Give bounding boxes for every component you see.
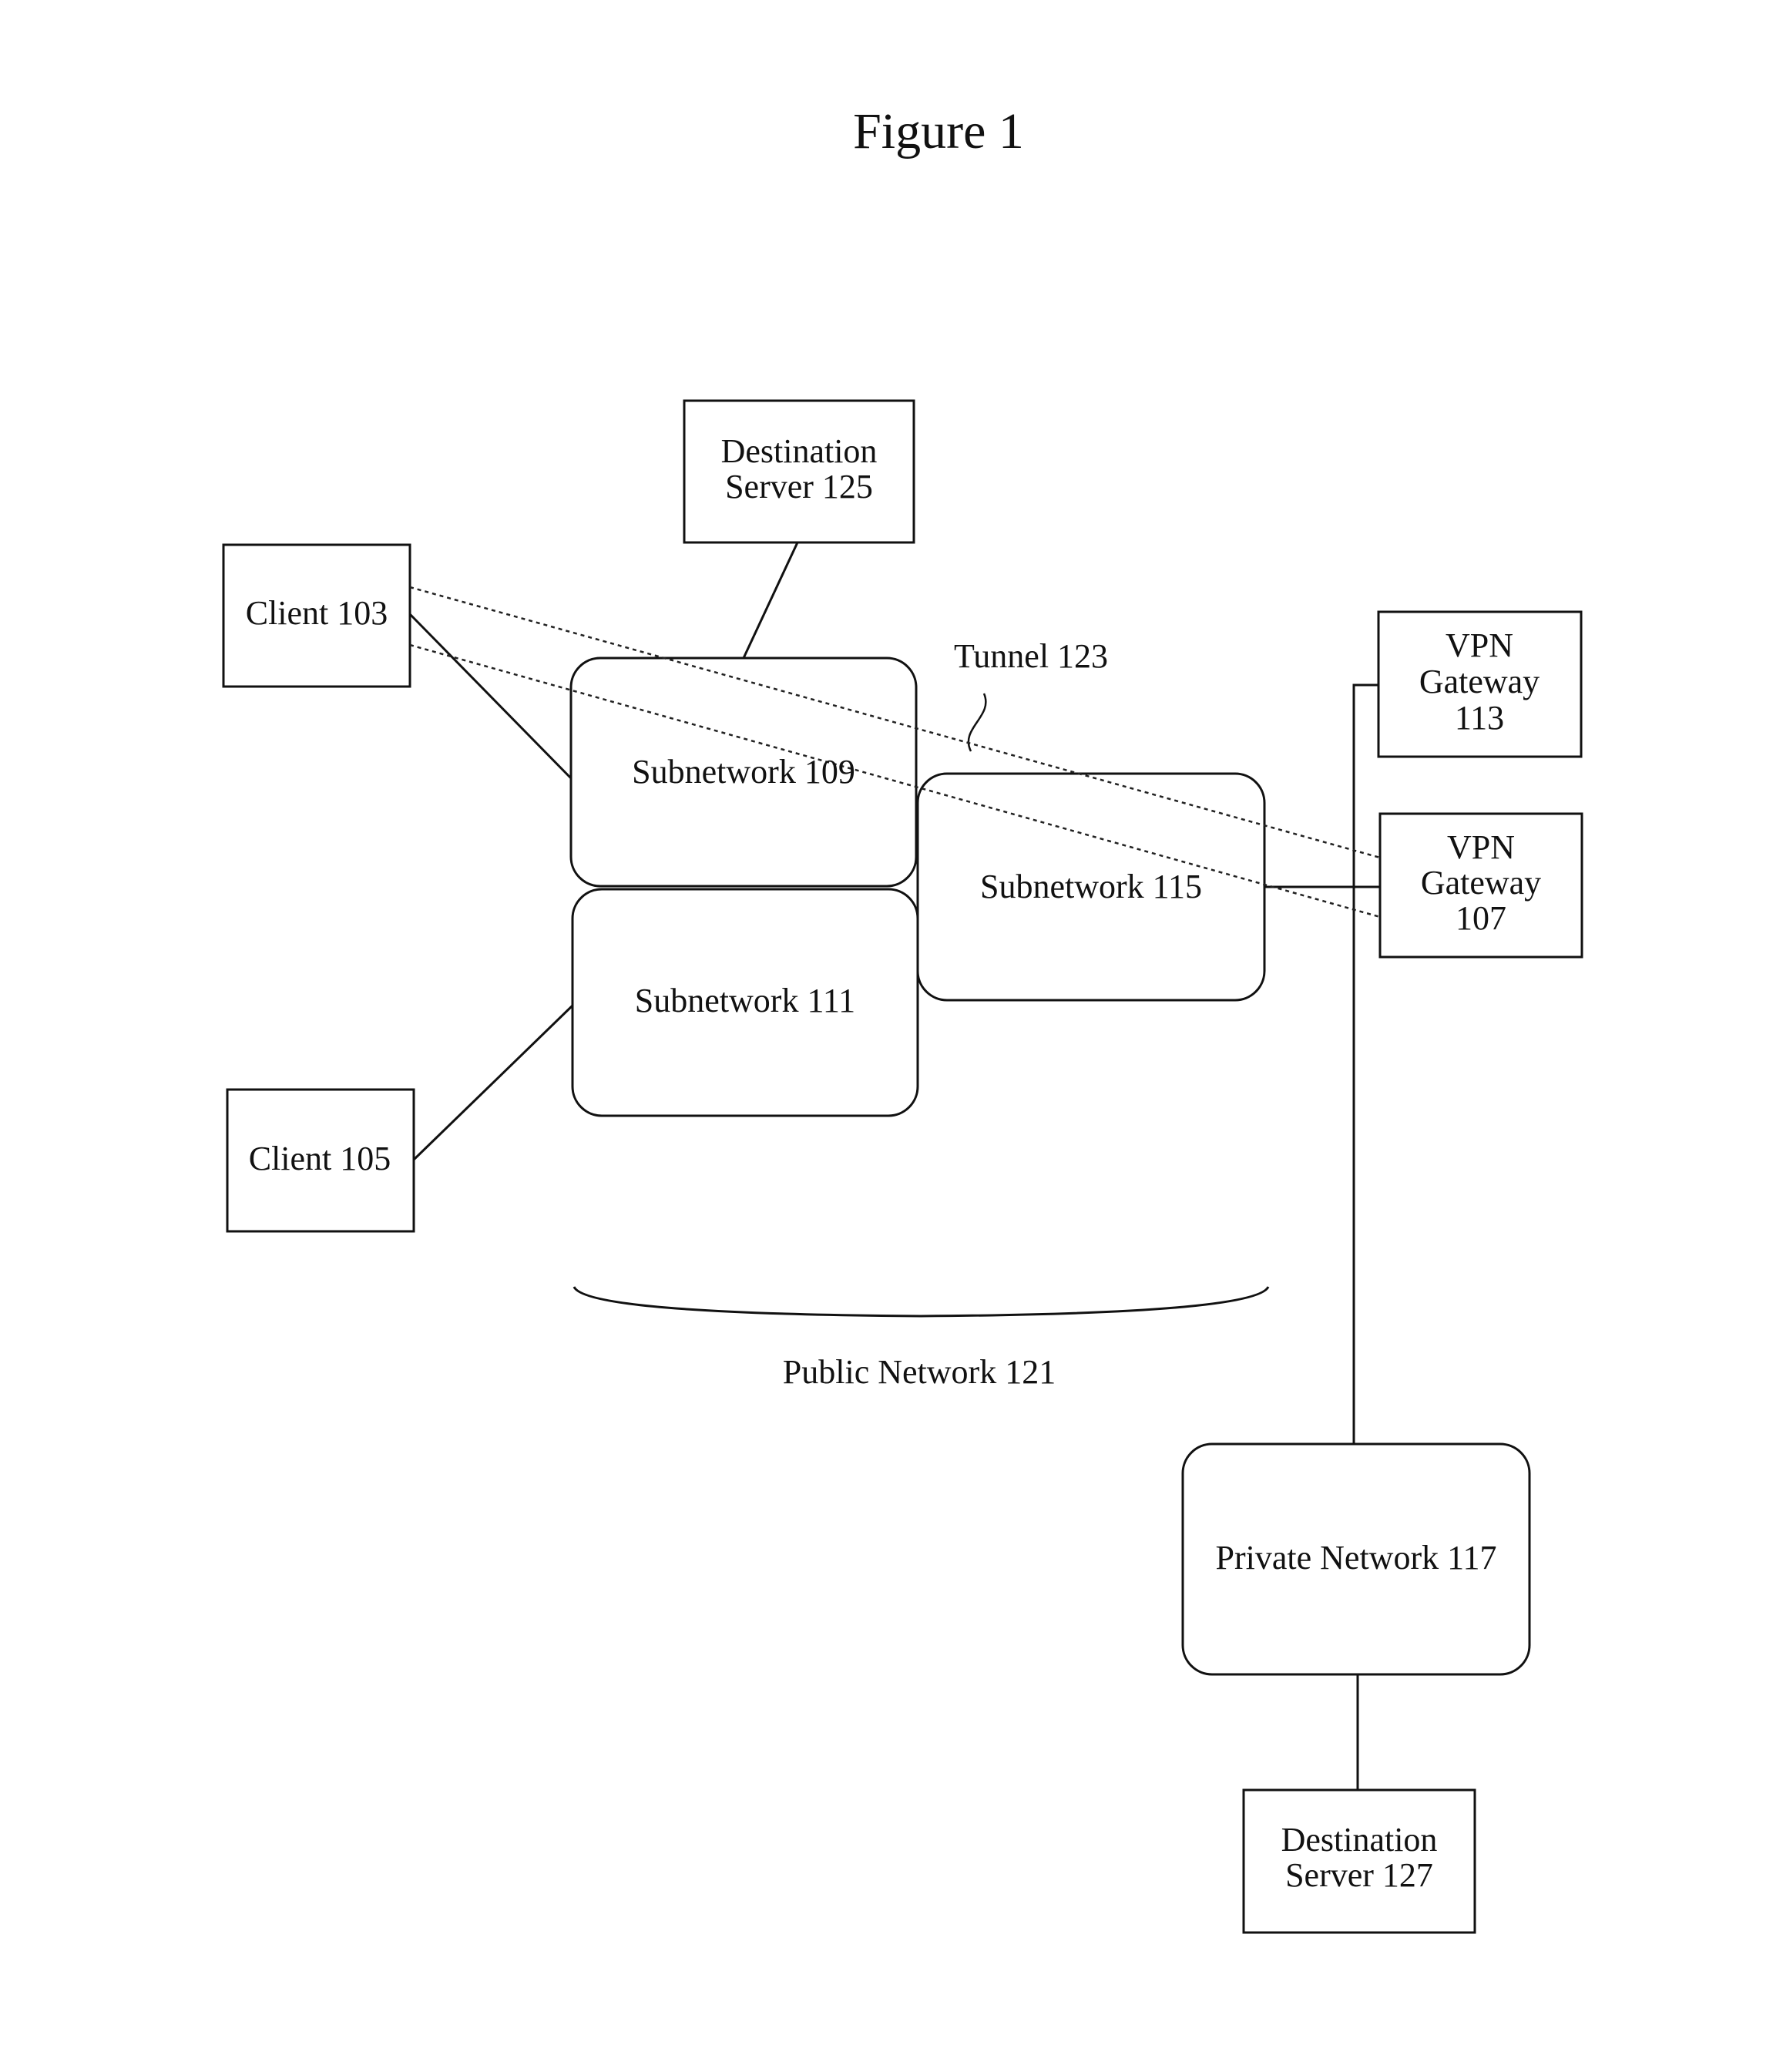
public-network-brace	[573, 1286, 1270, 1318]
private-network-117-label: Private Network 117	[1216, 1539, 1497, 1577]
subnetwork-115-label: Subnetwork 115	[980, 868, 1202, 905]
destination-server-125-label: Destination Server 125	[721, 432, 878, 505]
link-client103-subnet109	[408, 613, 573, 780]
vpn-gateway-113-label: VPN Gateway 113	[1419, 626, 1540, 737]
tunnel-pointer	[967, 693, 987, 752]
tunnel-line-to-vpn107-lower	[409, 643, 1381, 918]
vpn-gateway-107-label: VPN Gateway 107	[1421, 828, 1541, 937]
link-vpn113-bus	[1352, 683, 1378, 1444]
figure-title: Figure 1	[853, 103, 1024, 160]
subnetwork-111-label: Subnetwork 111	[635, 982, 855, 1019]
network-diagram: Figure 1 Destination Server 125 Client 10…	[222, 103, 1583, 1934]
client-105-label: Client 105	[249, 1140, 391, 1177]
link-client105-subnet111	[412, 1004, 574, 1161]
client-103-label: Client 103	[246, 594, 388, 632]
subnetwork-109-label: Subnetwork 109	[632, 753, 855, 791]
destination-server-127-label: Destination Server 127	[1281, 1821, 1438, 1894]
tunnel-line-to-vpn107-upper	[409, 586, 1381, 859]
tunnel-123-label: Tunnel 123	[954, 637, 1108, 675]
public-network-121-label: Public Network 121	[783, 1353, 1056, 1391]
link-dest125-subnet109	[742, 542, 799, 659]
